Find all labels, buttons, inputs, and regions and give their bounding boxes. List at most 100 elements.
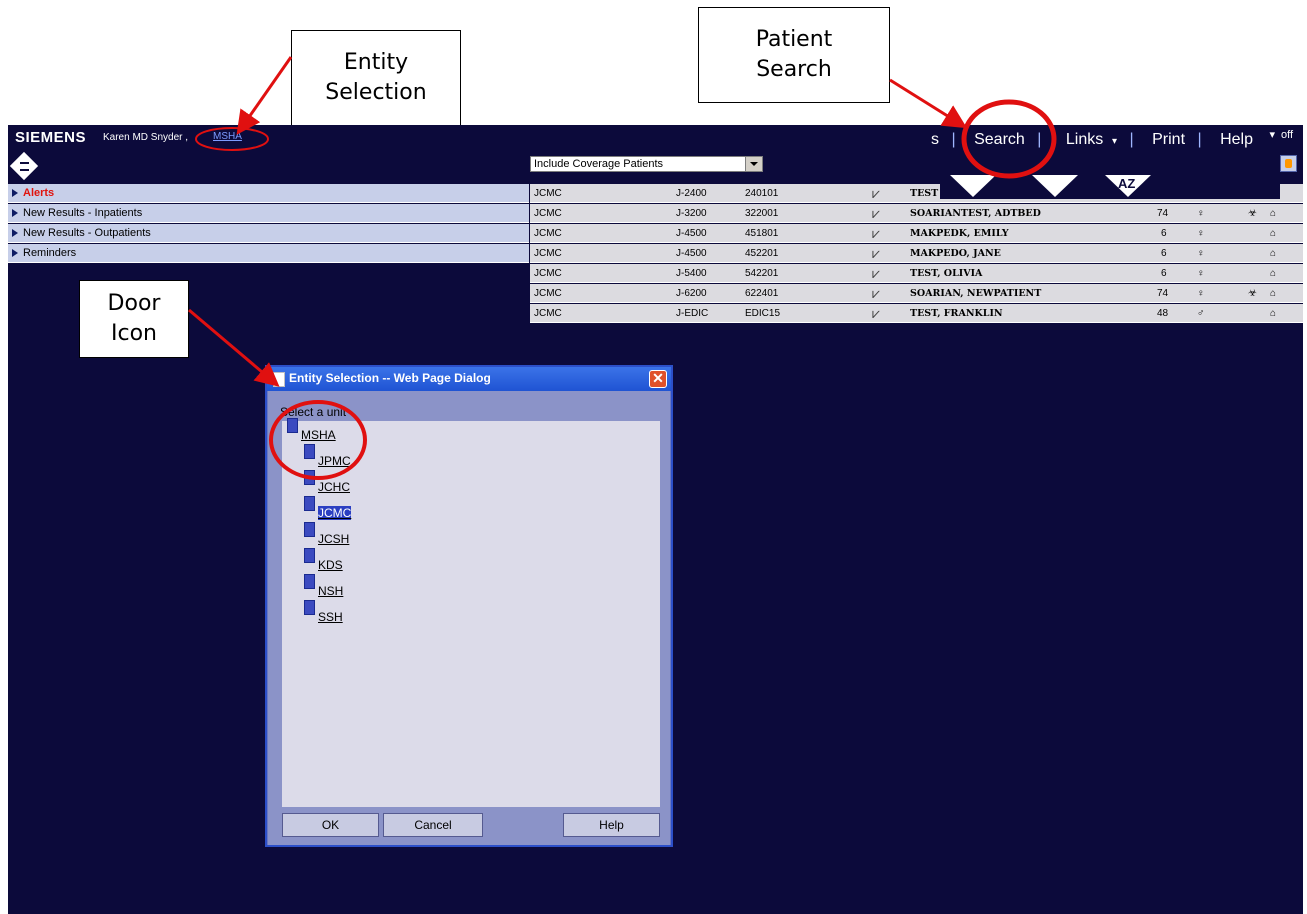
cancel-button[interactable]: Cancel bbox=[383, 813, 483, 837]
refresh-icon[interactable] bbox=[1280, 155, 1297, 172]
door-icon[interactable] bbox=[304, 444, 315, 459]
search-button[interactable]: Search bbox=[974, 131, 1025, 148]
coverage-filter-select[interactable]: Include Coverage Patients bbox=[530, 156, 763, 172]
female-icon: ♀ bbox=[1197, 268, 1205, 279]
unit-cell: J-EDIC bbox=[676, 308, 709, 319]
tree-node-msha[interactable]: MSHA bbox=[287, 418, 336, 442]
close-icon[interactable]: ✕ bbox=[649, 370, 667, 388]
links-menu[interactable]: Links ▾ bbox=[1060, 131, 1117, 148]
facility-cell: JCMC bbox=[534, 228, 562, 239]
door-icon[interactable]: ⌂ bbox=[1270, 204, 1276, 223]
door-icon[interactable] bbox=[304, 574, 315, 589]
patient-name[interactable]: TEST, FRANKLIN bbox=[910, 304, 1003, 323]
user-name: Karen MD Snyder , bbox=[103, 132, 189, 143]
dropdown-arrow-icon[interactable] bbox=[745, 157, 762, 171]
node-label: JCMC bbox=[318, 506, 352, 520]
sort-by-alert-icon[interactable] bbox=[950, 175, 996, 197]
room-cell: 240101 bbox=[745, 188, 779, 199]
callout-text: Patient Search bbox=[755, 27, 833, 82]
patient-name[interactable]: MAKPEDK, EMILY bbox=[910, 224, 1009, 243]
tree-node-kds[interactable]: KDS bbox=[304, 548, 343, 572]
tree-node-ssh[interactable]: SSH bbox=[304, 600, 343, 624]
patient-name[interactable]: MAKPEDO, JANE bbox=[910, 244, 1001, 263]
logoff-button[interactable]: ▾ off bbox=[1263, 129, 1293, 141]
help-button[interactable]: Help bbox=[1220, 131, 1253, 148]
age-cell: 74 bbox=[1157, 208, 1169, 219]
door-icon[interactable] bbox=[304, 470, 315, 485]
patient-name[interactable]: TEST, OLIVIA bbox=[910, 264, 982, 283]
nav-separator: | bbox=[1129, 131, 1134, 148]
facility-cell: JCMC bbox=[534, 208, 562, 219]
ok-button[interactable]: OK bbox=[282, 813, 379, 837]
unit-cell: J-6200 bbox=[676, 288, 707, 299]
room-cell: 452201 bbox=[745, 248, 779, 259]
age-cell: 6 bbox=[1161, 228, 1167, 239]
door-icon[interactable]: ⌂ bbox=[1270, 244, 1276, 263]
help-button[interactable]: Help bbox=[563, 813, 660, 837]
sort-by-status-icon[interactable] bbox=[1032, 175, 1078, 197]
entity-selection-callout: Entity Selection bbox=[291, 30, 461, 126]
page-icon bbox=[273, 372, 285, 387]
door-icon[interactable]: ⌂ bbox=[1270, 304, 1276, 323]
checkmark-icon: ⩗ bbox=[872, 225, 880, 241]
logoff-label: off bbox=[1280, 129, 1293, 141]
section-new-results-outpatients[interactable]: New Results - Outpatients bbox=[8, 224, 529, 243]
room-cell: 451801 bbox=[745, 228, 779, 239]
print-button[interactable]: Print bbox=[1152, 131, 1185, 148]
door-icon[interactable] bbox=[304, 600, 315, 615]
entity-selection-link[interactable]: MSHA bbox=[213, 131, 242, 142]
patient-row[interactable]: JCMC J-5400 542201 ⩗ TEST, OLIVIA 6 ♀ ⌂ bbox=[530, 264, 1303, 283]
section-alerts[interactable]: Alerts bbox=[8, 184, 529, 203]
male-icon: ♂ bbox=[1197, 308, 1205, 319]
section-label: New Results - Outpatients bbox=[23, 227, 151, 239]
tree-node-jpmc[interactable]: JPMC bbox=[304, 444, 351, 468]
patient-name[interactable]: SOARIAN, NEWPATIENT bbox=[910, 284, 1041, 303]
door-icon[interactable] bbox=[304, 496, 315, 511]
checkmark-icon: ⩗ bbox=[872, 245, 880, 261]
node-label: JCSH bbox=[318, 532, 350, 546]
expand-arrow-icon bbox=[12, 189, 18, 198]
door-icon[interactable]: ⌂ bbox=[1270, 224, 1276, 243]
door-icon[interactable] bbox=[304, 522, 315, 537]
unit-tree: MSHA JPMC JCHC JCMC JCSH KDS NSH SSH bbox=[282, 418, 660, 807]
door-icon[interactable]: ⌂ bbox=[1270, 284, 1276, 303]
nav-separator: | bbox=[1197, 131, 1202, 148]
female-icon: ♀ bbox=[1197, 248, 1205, 259]
patient-row[interactable]: JCMC J-4500 451801 ⩗ MAKPEDK, EMILY 6 ♀ … bbox=[530, 224, 1303, 243]
tree-node-jchc[interactable]: JCHC bbox=[304, 470, 350, 494]
node-label: MSHA bbox=[301, 428, 336, 442]
entity-arrow bbox=[236, 56, 293, 135]
patient-name[interactable]: TEST bbox=[910, 184, 938, 203]
room-cell: 322001 bbox=[745, 208, 779, 219]
room-cell: 542201 bbox=[745, 268, 779, 279]
siemens-logo: SIEMENS bbox=[15, 129, 87, 146]
room-cell: EDIC15 bbox=[745, 308, 781, 319]
top-nav: s | Search | Links ▾ | Print | Help ▾ off bbox=[925, 129, 1293, 149]
section-new-results-inpatients[interactable]: New Results - Inpatients bbox=[8, 204, 529, 223]
callout-text: Door Icon bbox=[107, 291, 161, 346]
door-icon[interactable] bbox=[304, 548, 315, 563]
unit-cell: J-2400 bbox=[676, 188, 707, 199]
section-label: Reminders bbox=[23, 247, 77, 259]
nav-separator: | bbox=[951, 131, 956, 148]
select-unit-prompt: Select a unit bbox=[280, 405, 347, 419]
patient-row[interactable]: JCMC J-4500 452201 ⩗ MAKPEDO, JANE 6 ♀ ⌂ bbox=[530, 244, 1303, 263]
tree-node-jcmc[interactable]: JCMC bbox=[304, 496, 352, 520]
door-icon[interactable] bbox=[287, 418, 298, 433]
dialog-titlebar[interactable]: Entity Selection -- Web Page Dialog ✕ bbox=[267, 367, 671, 391]
checkmark-icon: ⩗ bbox=[872, 305, 880, 321]
checkmark-icon: ⩗ bbox=[872, 185, 880, 201]
patient-row[interactable]: JCMC J-EDIC EDIC15 ⩗ TEST, FRANKLIN 48 ♂… bbox=[530, 304, 1303, 323]
app-header: SIEMENS Karen MD Snyder , MSHA s | Searc… bbox=[8, 125, 1303, 153]
tree-node-jcsh[interactable]: JCSH bbox=[304, 522, 350, 546]
tree-node-nsh[interactable]: NSH bbox=[304, 574, 344, 598]
nav-truncated[interactable]: s bbox=[931, 131, 939, 148]
patient-name[interactable]: SOARIANTEST, ADTBED bbox=[910, 204, 1041, 223]
biohazard-icon: ☣ bbox=[1248, 208, 1257, 219]
unit-cell: J-5400 bbox=[676, 268, 707, 279]
patient-row[interactable]: JCMC J-6200 622401 ⩗ SOARIAN, NEWPATIENT… bbox=[530, 284, 1303, 303]
node-label: NSH bbox=[318, 584, 344, 598]
patient-row[interactable]: JCMC J-3200 322001 ⩗ SOARIANTEST, ADTBED… bbox=[530, 204, 1303, 223]
door-icon[interactable]: ⌂ bbox=[1270, 264, 1276, 283]
section-reminders[interactable]: Reminders bbox=[8, 244, 529, 263]
